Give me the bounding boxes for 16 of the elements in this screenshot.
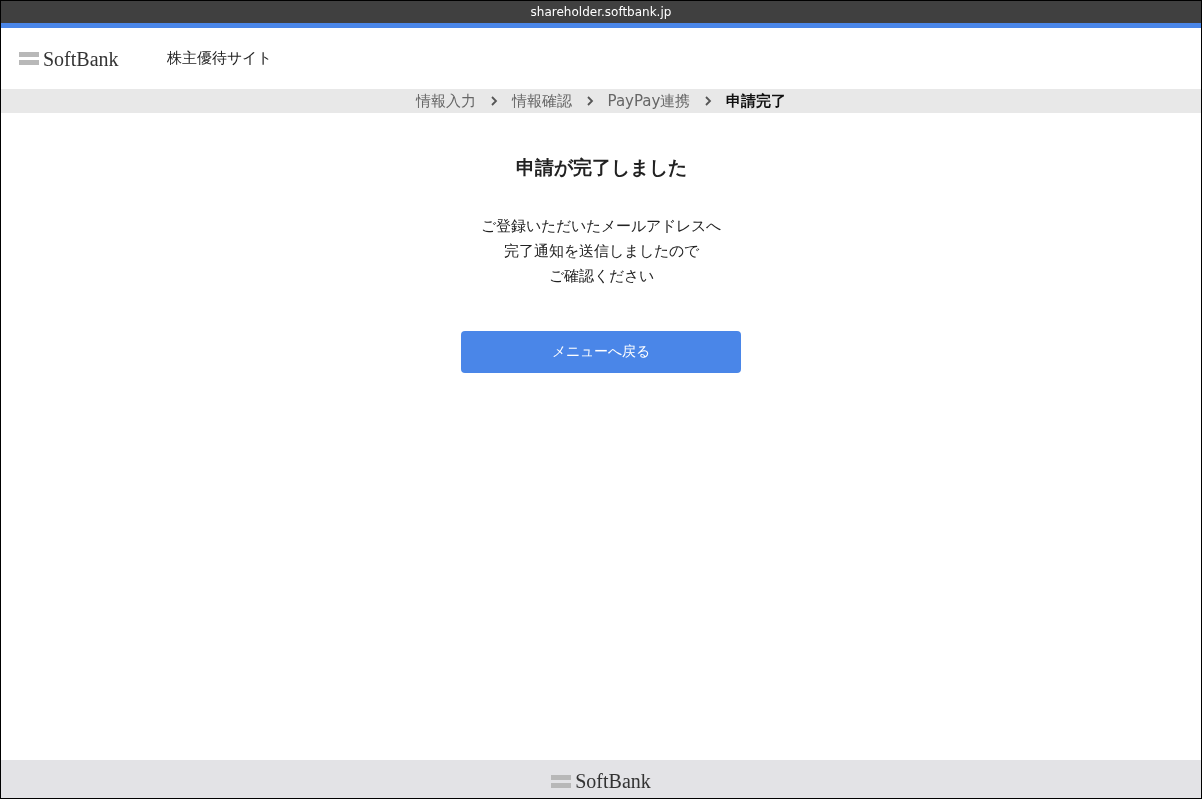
chevron-icon (585, 95, 594, 107)
breadcrumb-step: 情報確認 (511, 89, 572, 113)
logo-bars-icon (19, 52, 39, 65)
chevron-icon (489, 95, 498, 107)
breadcrumb-step: PayPay連携 (607, 89, 691, 113)
logo-text[interactable]: SoftBank (43, 43, 119, 74)
url-text: shareholder.softbank.jp (530, 4, 672, 21)
site-title: 株主優待サイト (166, 48, 272, 70)
back-to-menu-button[interactable]: メニューへ戻る (461, 330, 741, 373)
breadcrumb-step: 申請完了 (726, 89, 787, 113)
breadcrumb-step: 情報入力 (415, 89, 476, 113)
chevron-icon (704, 95, 713, 107)
completion-message: ご登録いただいたメールアドレスへ 完了通知を送信しましたので ご確認ください (481, 215, 721, 287)
logo-text: SoftBank (575, 769, 651, 794)
logo-bars-icon (551, 774, 572, 788)
completion-heading: 申請が完了しました (515, 155, 687, 180)
